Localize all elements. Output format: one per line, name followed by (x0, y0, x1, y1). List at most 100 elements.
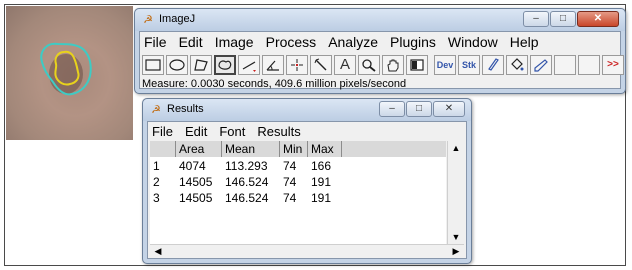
brush-tool-icon (488, 58, 499, 71)
menu-image[interactable]: Image (215, 34, 254, 50)
column-header-min[interactable]: Min (280, 141, 308, 157)
results-client-area: File Edit Font Results Area Mean Min Max… (147, 121, 467, 259)
lesion-image (6, 6, 133, 140)
cell-min: 74 (283, 159, 297, 173)
more-tools-icon: >> (607, 59, 619, 70)
microscope-icon: ☭ (151, 104, 161, 116)
empty-tool-slot (578, 55, 600, 75)
cell-index: 2 (153, 175, 160, 189)
menu-font[interactable]: Font (219, 124, 245, 139)
menu-help[interactable]: Help (510, 34, 539, 50)
menu-file[interactable]: File (144, 34, 167, 50)
line-tool-icon (242, 61, 256, 72)
microscope-icon: ☭ (143, 14, 153, 26)
empty-tool-slot (554, 55, 576, 75)
freehand-tool-icon (218, 60, 232, 70)
results-window: ☭ Results – □ ✕ File Edit Font Results A… (142, 98, 472, 264)
cell-mean: 146.524 (225, 175, 269, 189)
results-window-title: Results (167, 103, 204, 115)
cell-area: 4074 (179, 159, 206, 173)
more-tools-button[interactable]: >> (602, 55, 624, 75)
scroll-up-icon[interactable]: ▲ (449, 142, 463, 154)
flood-fill-tool-button[interactable] (506, 55, 528, 75)
roi-overlay (40, 42, 92, 96)
horizontal-scrollbar[interactable]: ◀ ▶ (150, 244, 464, 258)
text-tool-icon: A (339, 56, 350, 73)
rectangle-tool-icon (145, 59, 161, 71)
hand-tool-button[interactable] (382, 55, 404, 75)
table-row[interactable]: 1 4074 113.293 74 166 (150, 158, 446, 174)
angle-tool-button[interactable] (262, 55, 284, 75)
cell-mean: 146.524 (225, 191, 269, 205)
wand-tool-button[interactable] (310, 55, 332, 75)
hand-tool-icon (387, 59, 399, 72)
wand-tool-icon (314, 58, 327, 71)
imagej-menubar: File Edit Image Process Analyze Plugins … (144, 34, 539, 50)
column-header-area[interactable]: Area (176, 141, 222, 157)
magnifier-tool-button[interactable] (358, 55, 380, 75)
color-picker-tool-icon (410, 59, 424, 71)
vertical-scrollbar[interactable]: ▲ ▼ (447, 141, 464, 244)
pencil-tool-icon (534, 59, 548, 72)
column-header-mean[interactable]: Mean (222, 141, 280, 157)
cell-mean: 113.293 (225, 159, 268, 173)
menu-window[interactable]: Window (448, 34, 498, 50)
point-tool-button[interactable] (286, 55, 308, 75)
menu-plugins[interactable]: Plugins (390, 34, 436, 50)
imagej-toolbar: A Dev Stk >> (142, 55, 626, 75)
menu-file[interactable]: File (152, 124, 173, 139)
table-row[interactable]: 3 14505 146.524 74 191 (150, 190, 446, 206)
cell-max: 166 (311, 159, 332, 173)
oval-tool-button[interactable] (166, 55, 188, 75)
close-button[interactable]: ✕ (433, 101, 465, 117)
magnifier-tool-icon (362, 59, 376, 72)
cell-min: 74 (283, 191, 297, 205)
minimize-button[interactable]: – (523, 11, 549, 27)
table-header: Area Mean Min Max (150, 141, 446, 157)
rectangle-tool-button[interactable] (142, 55, 164, 75)
point-tool-icon (291, 59, 303, 71)
cell-index: 3 (153, 191, 160, 205)
cell-index: 1 (153, 159, 160, 173)
brush-tool-button[interactable] (482, 55, 504, 75)
developer-menu-icon: Dev (436, 60, 454, 70)
cell-area: 14505 (179, 175, 213, 189)
freehand-tool-button[interactable] (214, 55, 236, 75)
line-tool-button[interactable] (238, 55, 260, 75)
minimize-button[interactable]: – (379, 101, 405, 117)
menu-process[interactable]: Process (266, 34, 317, 50)
angle-tool-icon (266, 60, 279, 71)
table-row[interactable]: 2 14505 146.524 74 191 (150, 174, 446, 190)
cell-max: 191 (311, 175, 332, 189)
menu-edit[interactable]: Edit (185, 124, 207, 139)
imagej-window: ☭ ImageJ – □ ✕ File Edit Image Process A… (134, 8, 626, 94)
column-header-max[interactable]: Max (308, 141, 342, 157)
cell-area: 14505 (179, 191, 213, 205)
scroll-left-icon[interactable]: ◀ (151, 245, 165, 257)
maximize-button[interactable]: □ (550, 11, 576, 27)
results-titlebar[interactable]: ☭ Results – □ ✕ (143, 99, 471, 121)
imagej-client-area: File Edit Image Process Analyze Plugins … (139, 31, 624, 90)
flood-fill-tool-icon (511, 58, 524, 71)
pencil-tool-button[interactable] (530, 55, 552, 75)
menu-edit[interactable]: Edit (179, 34, 203, 50)
cell-max: 191 (311, 191, 332, 205)
close-button[interactable]: ✕ (577, 11, 619, 27)
status-bar: Measure: 0.0030 seconds, 409.6 million p… (142, 78, 407, 90)
stack-tools-button[interactable]: Stk (458, 55, 480, 75)
oval-tool-icon (169, 59, 185, 71)
imagej-titlebar[interactable]: ☭ ImageJ – □ ✕ (135, 9, 625, 31)
results-table: Area Mean Min Max 1 4074 113.293 74 166 … (150, 141, 446, 244)
scroll-down-icon[interactable]: ▼ (449, 231, 463, 243)
menu-results[interactable]: Results (257, 124, 300, 139)
stack-tools-icon: Stk (461, 60, 476, 70)
scroll-right-icon[interactable]: ▶ (449, 245, 463, 257)
menu-analyze[interactable]: Analyze (328, 34, 378, 50)
text-tool-button[interactable]: A (334, 55, 356, 75)
maximize-button[interactable]: □ (406, 101, 432, 117)
color-picker-tool-button[interactable] (406, 55, 428, 75)
developer-menu-button[interactable]: Dev (434, 55, 456, 75)
polygon-tool-button[interactable] (190, 55, 212, 75)
polygon-tool-icon (194, 59, 208, 71)
column-header-index[interactable] (150, 141, 176, 157)
